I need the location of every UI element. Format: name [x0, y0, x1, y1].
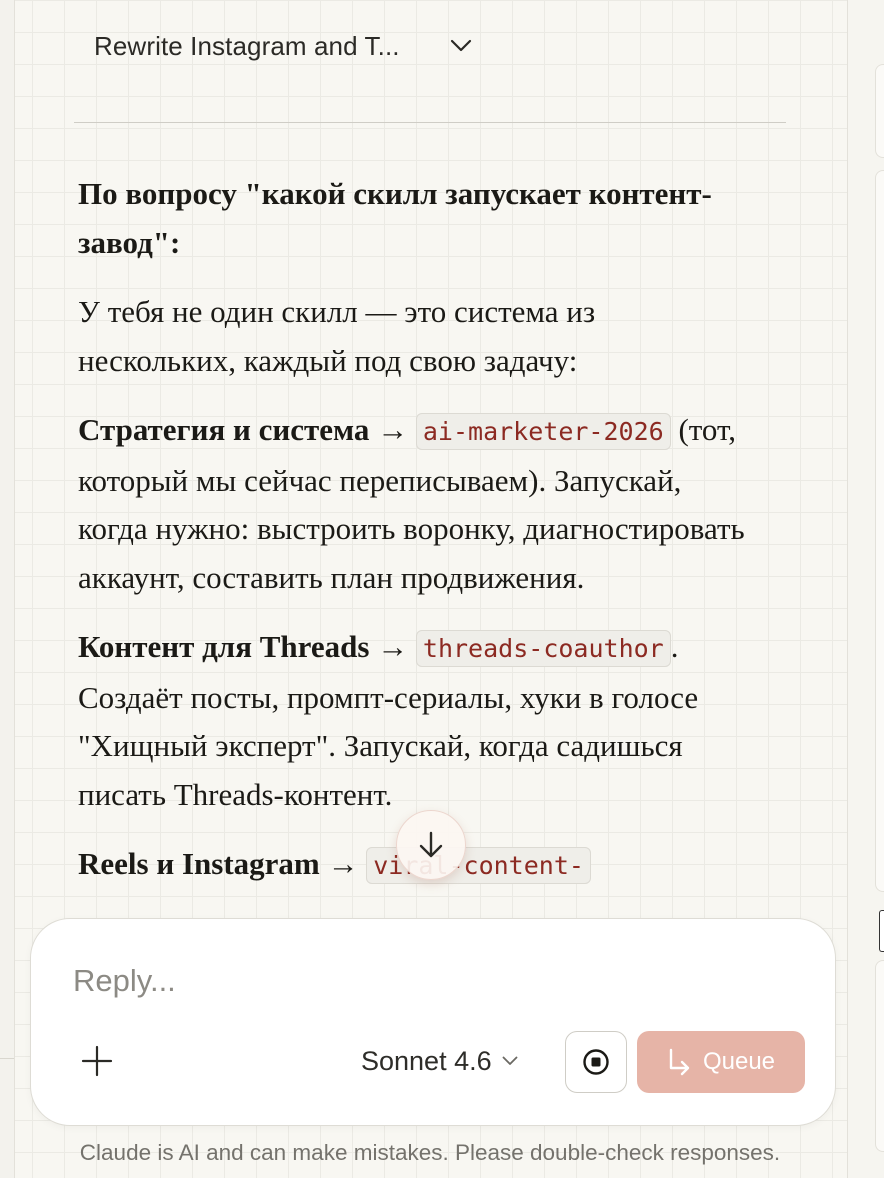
reply-input[interactable] — [73, 963, 773, 999]
item-label: Reels и Instagram — [78, 846, 320, 881]
message-viewport: По вопросу "какой скилл запускает контен… — [0, 0, 884, 922]
item-label: Стратегия и система — [78, 412, 370, 447]
arrow-text: → — [369, 629, 416, 664]
disclaimer-text: Claude is AI and can make mistakes. Plea… — [79, 1140, 781, 1165]
queue-arrow-icon — [667, 1048, 691, 1076]
composer: Sonnet 4.6 Queue — [30, 918, 836, 1126]
message-heading: По вопросу "какой скилл запускает контен… — [78, 176, 712, 260]
attach-button[interactable] — [79, 1043, 115, 1079]
message-intro: У тебя не один скилл — это система из не… — [78, 294, 596, 378]
list-item: Стратегия и система → ai-marketer-2026 (… — [78, 406, 758, 602]
assistant-message: По вопросу "какой скилл запускает контен… — [78, 170, 758, 912]
inline-code: ai-marketer-2026 — [415, 413, 671, 450]
arrow-down-icon — [418, 830, 444, 860]
queue-label: Queue — [702, 1048, 776, 1075]
stop-button[interactable] — [565, 1031, 627, 1093]
chevron-down-icon — [502, 1056, 518, 1066]
item-label: Контент для Threads — [78, 629, 370, 664]
stop-icon — [582, 1048, 610, 1076]
inline-code: threads-coauthor — [415, 630, 671, 667]
list-item: Контент для Threads → threads-coauthor. … — [78, 623, 758, 819]
queue-button[interactable]: Queue — [637, 1031, 805, 1093]
arrow-text: → — [369, 412, 416, 447]
right-panel-tab[interactable] — [875, 960, 884, 1152]
scroll-to-bottom-button[interactable] — [396, 810, 466, 880]
model-label: Sonnet 4.6 — [361, 1045, 492, 1076]
plus-icon — [81, 1045, 113, 1077]
left-edge-divider — [0, 1058, 14, 1059]
arrow-text: → — [319, 846, 367, 881]
model-selector[interactable]: Sonnet 4.6 — [361, 1041, 518, 1081]
